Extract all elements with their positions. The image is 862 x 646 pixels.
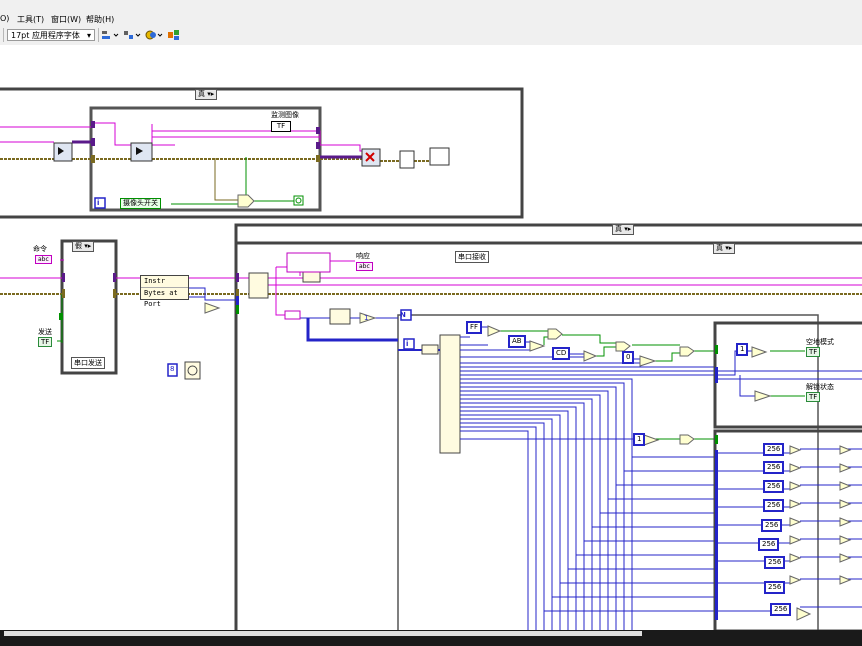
const-256: 256 <box>758 538 780 551</box>
distribute-icon <box>124 31 141 39</box>
response-tag: abc <box>359 263 370 270</box>
const-eight-value: 8 <box>170 365 175 373</box>
air-ground-mode-label: 空地模式 <box>806 338 834 346</box>
monitor-image-indicator[interactable]: TF <box>271 121 291 132</box>
monitor-image-label: 监测图像 <box>271 111 299 119</box>
menu-item-tools[interactable]: 工具(T) <box>17 14 44 25</box>
const-256-value: 256 <box>762 540 776 548</box>
bytes-at-port-label: Bytes at Port <box>144 289 178 308</box>
send-control[interactable]: TF <box>38 337 53 347</box>
menu-item-help[interactable]: 帮助(H) <box>86 14 114 25</box>
case-selector-top[interactable]: 真 ▾▸ <box>195 89 218 100</box>
air-ground-mode-indicator[interactable]: TF <box>806 347 821 357</box>
command-label: 命令 <box>33 245 47 253</box>
unlock-status-indicator[interactable]: TF <box>806 392 821 402</box>
toolbar-separator <box>98 28 99 42</box>
const-256: 256 <box>763 443 785 456</box>
align-icon <box>102 31 119 39</box>
for-loop-index-label: i <box>406 340 409 348</box>
const-ff-value: FF <box>470 323 479 331</box>
const-one-c-value: 1 <box>740 345 745 353</box>
const-256: 256 <box>763 499 785 512</box>
diagram-wires <box>0 87 862 630</box>
case-structure-send[interactable] <box>60 239 118 375</box>
cleanup-icon <box>168 30 179 40</box>
case-selector-label: 真 <box>198 90 205 98</box>
const-256: 256 <box>763 461 785 474</box>
case-selector-inner[interactable]: 真 ▾▸ <box>713 243 736 254</box>
menu-item-operate[interactable]: O) <box>0 14 9 23</box>
serial-send-label: 串口发送 <box>71 357 105 369</box>
const-one-b: 1 <box>633 433 646 446</box>
command-tag: abc <box>38 256 49 263</box>
chevron-down-icon[interactable]: ▾▸ <box>207 90 214 98</box>
camera-switch-label: 摄像头开关 <box>123 199 158 207</box>
menu-item-window[interactable]: 窗口(W) <box>51 14 81 25</box>
block-diagram[interactable]: 真 ▾▸ 真 ▾▸ 真 ▾▸ 假 ▾▸ 监测图像 TF 摄像头开关 i 命令 a… <box>0 45 862 630</box>
instr-label: Instr <box>141 276 188 288</box>
const-cd-value: CD <box>556 349 567 357</box>
const-256: 256 <box>764 581 786 594</box>
case-selector-label: 真 <box>615 225 622 233</box>
bool-tag: TF <box>809 393 818 401</box>
visa-property-node[interactable]: Instr Bytes at Port <box>140 275 189 308</box>
const-one-b-value: 1 <box>637 435 642 443</box>
const-256-value: 256 <box>768 558 782 566</box>
case-selector-send[interactable]: 假 ▾▸ <box>72 241 95 252</box>
menu-bar: O) 工具(T) 窗口(W) 帮助(H) <box>0 0 862 26</box>
const-256-value: 256 <box>767 463 781 471</box>
font-selector-label: 17pt 应用程序字体 <box>11 31 80 40</box>
reorder-icon <box>145 30 163 40</box>
const-256: 256 <box>764 556 786 569</box>
const-256-value: 256 <box>768 583 782 591</box>
const-one-a-value: 1 <box>364 314 369 322</box>
case-selector-serial[interactable]: 真 ▾▸ <box>612 224 635 235</box>
case-selector-label: 假 <box>75 242 82 250</box>
const-256-value: 256 <box>767 445 781 453</box>
const-256-value: 256 <box>767 482 781 490</box>
reorder-button[interactable] <box>145 29 163 41</box>
chevron-down-icon[interactable]: ▾▸ <box>84 242 91 250</box>
send-label: 发送 <box>38 328 52 336</box>
response-indicator[interactable]: abc <box>356 262 373 271</box>
serial-recv-label: 串口接收 <box>455 251 489 263</box>
bool-tag: TF <box>809 348 818 356</box>
chevron-down-icon[interactable]: ▾▸ <box>725 244 732 252</box>
loop-count-label: N <box>400 311 406 319</box>
unlock-status-label: 解锁状态 <box>806 383 834 391</box>
response-label: 响应 <box>356 252 370 260</box>
horizontal-scrollbar[interactable] <box>0 630 862 646</box>
const-cd: CD <box>552 347 571 360</box>
const-256: 256 <box>761 519 783 532</box>
const-ab-value: AB <box>512 337 522 345</box>
const-256-value: 256 <box>767 501 781 509</box>
chevron-down-icon[interactable]: ▾▸ <box>624 225 631 233</box>
cleanup-diagram-button[interactable] <box>167 29 185 41</box>
case-structure-serial[interactable] <box>234 241 862 630</box>
scrollbar-thumb[interactable] <box>4 631 642 636</box>
const-256-value: 256 <box>774 605 788 613</box>
font-selector[interactable]: 17pt 应用程序字体 ▾ <box>7 29 95 41</box>
distribute-objects-button[interactable] <box>123 29 141 41</box>
camera-switch-control[interactable]: 摄像头开关 <box>120 198 161 209</box>
toolbar-separator <box>3 28 4 42</box>
indicator-tag: TF <box>276 122 286 130</box>
const-ff: FF <box>466 321 483 334</box>
align-objects-button[interactable] <box>101 29 119 41</box>
const-zero-value: 0 <box>626 353 631 361</box>
loop-index-label: i <box>97 199 100 207</box>
chevron-down-icon: ▾ <box>86 31 91 40</box>
command-control[interactable]: abc <box>35 255 52 264</box>
const-ab: AB <box>508 335 526 348</box>
const-256: 256 <box>770 603 792 616</box>
const-zero: 0 <box>622 351 635 364</box>
case-selector-label: 真 <box>716 244 723 252</box>
const-one-c: 1 <box>736 343 749 356</box>
const-256: 256 <box>763 480 785 493</box>
send-tag: TF <box>41 338 50 346</box>
const-256-value: 256 <box>765 521 779 529</box>
